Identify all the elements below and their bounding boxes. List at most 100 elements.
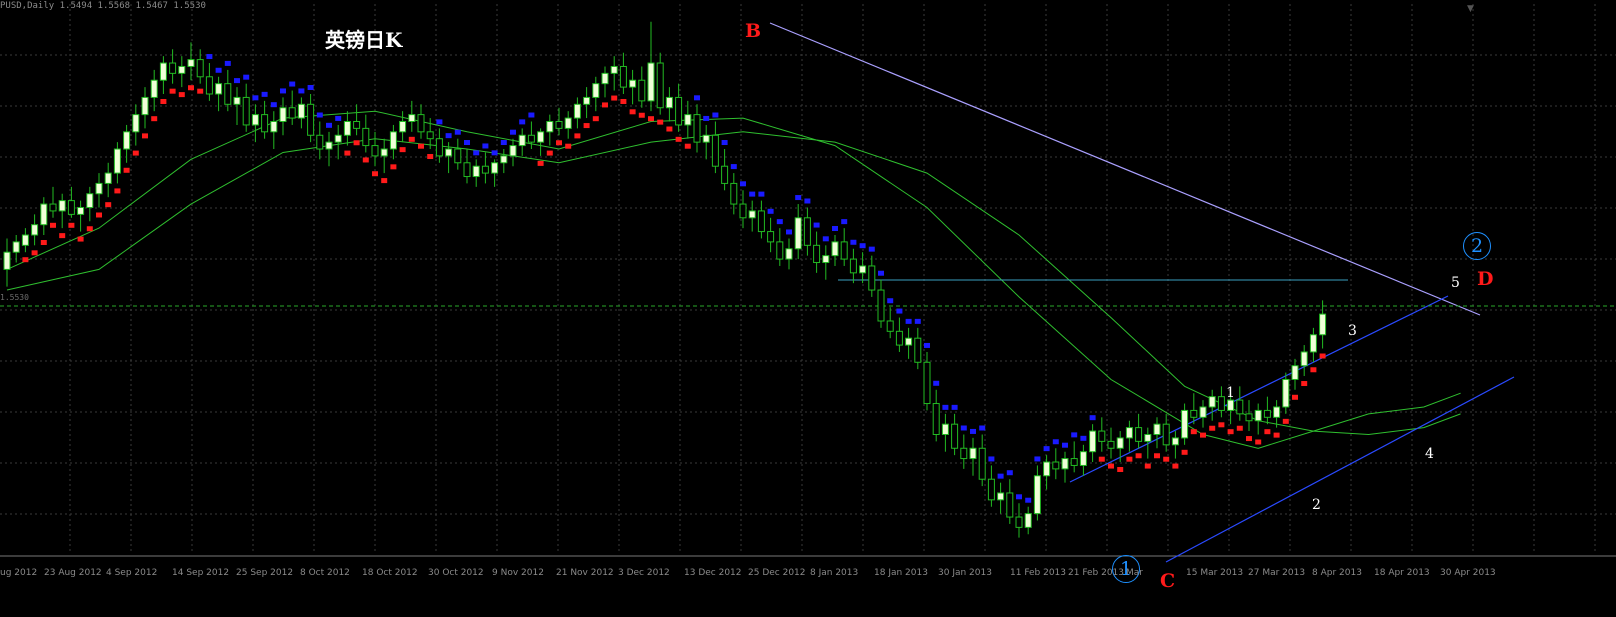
trend-dot-down	[528, 112, 535, 118]
candle-body	[1006, 492, 1014, 518]
trend-dot-down	[786, 229, 792, 235]
candle-body	[307, 103, 315, 136]
trend-dot-down	[491, 150, 498, 156]
trend-dot-down	[942, 404, 949, 410]
trend-dot-down	[905, 318, 912, 324]
x-tick-label: 21 Feb 2013	[1068, 568, 1125, 578]
trend-dot-down	[261, 91, 268, 97]
candle-body	[555, 121, 563, 129]
candle-body	[500, 155, 508, 164]
candle-body	[1291, 365, 1299, 380]
trend-dot-down	[740, 181, 746, 187]
trend-dot-down	[454, 129, 461, 135]
candle-body	[1199, 406, 1207, 418]
candle-body	[159, 62, 167, 81]
wave-label-4: 4	[1425, 446, 1434, 462]
candle-body	[675, 96, 683, 126]
trend-dot-up	[1181, 449, 1188, 455]
trend-dot-up	[1135, 453, 1142, 459]
trend-dot-up	[684, 143, 691, 149]
candle-body	[1171, 437, 1179, 446]
candle-body	[334, 134, 342, 143]
candle-body	[997, 492, 1005, 501]
candle-body	[1282, 378, 1290, 408]
trend-dot-up	[1154, 453, 1160, 459]
trend-dot-down	[970, 428, 976, 434]
x-tick-label: 25 Sep 2012	[236, 568, 294, 578]
trend-dot-down	[960, 425, 967, 431]
trend-dot-up	[40, 240, 47, 246]
candle-body	[647, 62, 655, 102]
trend-dot-down	[500, 140, 507, 146]
candle-body	[1227, 399, 1235, 411]
candle-body	[1263, 409, 1271, 418]
trend-dot-up	[556, 140, 562, 146]
candle-body	[527, 134, 535, 143]
candle-body	[1116, 437, 1124, 449]
candle-body	[270, 121, 278, 133]
trend-dot-down	[206, 54, 213, 60]
candle-body	[840, 241, 848, 260]
trend-dot-down	[859, 243, 866, 249]
candle-body	[215, 83, 223, 95]
trend-dot-up	[132, 150, 139, 156]
candle-body	[325, 141, 333, 150]
trend-dot-down	[519, 119, 526, 125]
trend-dot-down	[694, 95, 700, 101]
trend-dot-down	[224, 60, 231, 66]
trend-dot-up	[1273, 432, 1280, 438]
trend-dot-up	[372, 171, 378, 177]
trend-dot-up	[22, 257, 29, 263]
trend-dot-down	[988, 456, 995, 462]
candle-body	[279, 107, 287, 123]
trend-dot-down	[832, 226, 838, 232]
candle-body	[1033, 475, 1041, 515]
x-tick-label: 4 Sep 2012	[106, 568, 158, 578]
trend-dot-down	[252, 95, 259, 101]
trend-dot-down	[997, 473, 1004, 479]
candle-body	[877, 289, 885, 322]
annotation-b: B	[745, 20, 762, 42]
candle-body	[362, 127, 370, 147]
trend-dot-up	[675, 136, 682, 142]
trend-dot-down	[896, 308, 903, 314]
candle-body	[132, 114, 140, 133]
candle-body	[1107, 440, 1115, 449]
resistance-line-b-d	[769, 22, 1481, 316]
trend-dot-up	[142, 133, 148, 139]
trend-dot-up	[362, 157, 369, 163]
trend-dot-up	[353, 140, 360, 146]
candle-body	[849, 258, 857, 274]
trend-dot-up	[197, 88, 204, 94]
candle-body	[491, 162, 499, 174]
candle-body	[868, 265, 876, 291]
candle-body	[1015, 516, 1023, 528]
candle-body	[1153, 423, 1161, 435]
candle-body	[445, 148, 453, 157]
trend-dot-down	[326, 122, 332, 128]
candle-body	[49, 203, 57, 212]
trend-dot-up	[50, 222, 56, 228]
candle-body	[1061, 458, 1069, 470]
trend-dot-down	[703, 115, 710, 121]
trend-dot-up	[86, 226, 93, 232]
trend-dot-up	[77, 236, 84, 242]
candle-body	[619, 65, 627, 88]
candle-body	[969, 447, 977, 460]
trend-dot-up	[1117, 467, 1124, 473]
triangle-down-icon[interactable]: ▼	[1467, 4, 1474, 14]
candle-body	[656, 62, 664, 109]
trend-dot-down	[712, 112, 719, 118]
candle-body	[481, 165, 489, 174]
candle-body	[67, 200, 75, 215]
trend-dot-up	[592, 116, 599, 122]
candle-body	[537, 131, 545, 143]
x-tick-label: 13 Dec 2012	[684, 568, 742, 578]
trend-dot-down	[1080, 435, 1087, 441]
trend-dot-up	[583, 123, 590, 129]
trend-dot-up	[169, 88, 176, 94]
wave-label-1: 1	[1226, 385, 1235, 401]
candle-body	[573, 103, 581, 119]
trend-dot-down	[730, 164, 737, 170]
candle-body	[564, 117, 572, 129]
